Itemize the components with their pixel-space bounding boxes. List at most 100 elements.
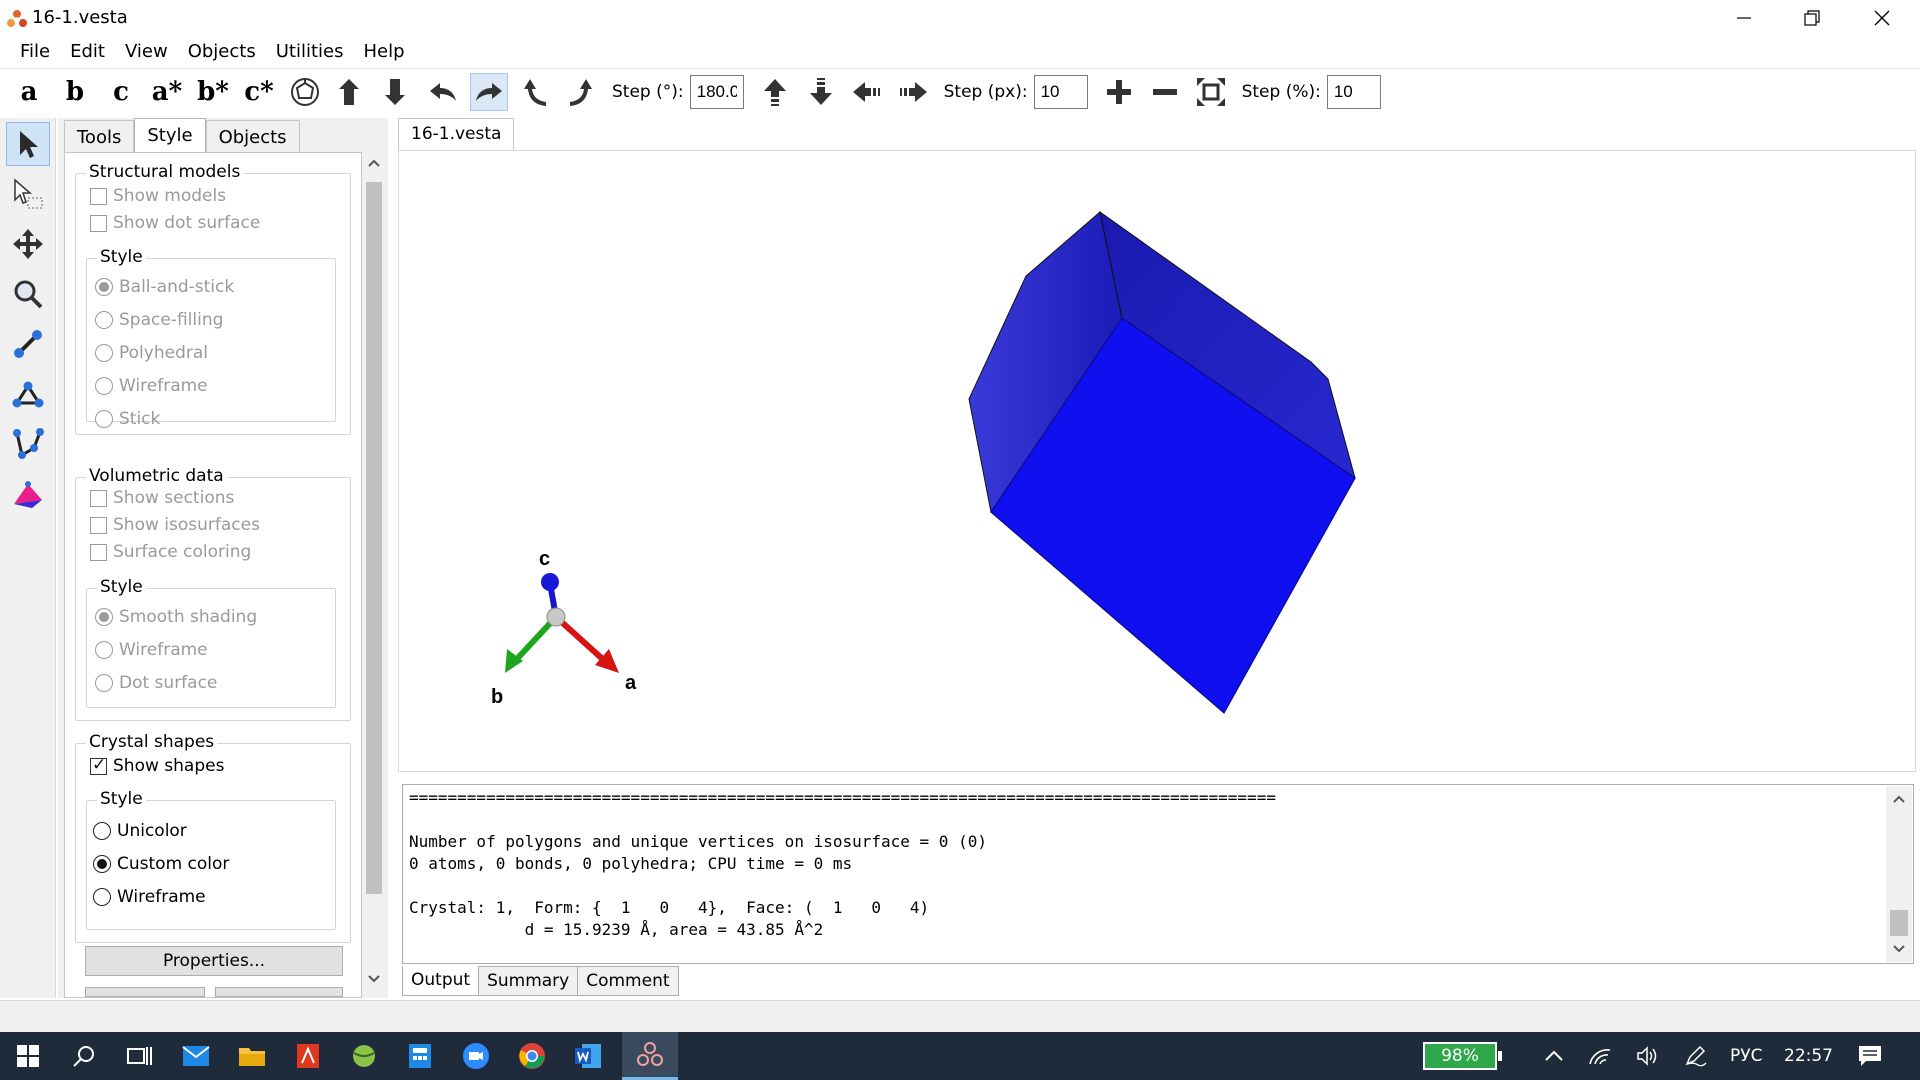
view-along-b-star-button[interactable]: b*	[194, 73, 232, 111]
angle-tool-button[interactable]	[6, 372, 50, 416]
taskbar-app-ball[interactable]	[336, 1032, 392, 1080]
clock[interactable]: 22:57	[1784, 1032, 1833, 1080]
view-along-a-button[interactable]: a	[10, 73, 48, 111]
task-view-button[interactable]	[112, 1032, 168, 1080]
view-along-a-star-button[interactable]: a*	[148, 73, 186, 111]
crystal-wireframe-radio[interactable]: Wireframe	[93, 887, 206, 907]
restore-button[interactable]	[1778, 0, 1846, 36]
tab-comment[interactable]: Comment	[577, 966, 679, 996]
panel-button-partial-1[interactable]	[85, 987, 205, 997]
stick-radio[interactable]: Stick	[95, 409, 160, 429]
unicolor-radio[interactable]: Unicolor	[93, 821, 187, 841]
tab-output[interactable]: Output	[402, 966, 480, 996]
menu-utilities[interactable]: Utilities	[266, 41, 354, 62]
radio-circle	[95, 311, 113, 329]
rotate-left-button[interactable]	[424, 73, 462, 111]
step-percent-input[interactable]	[1326, 74, 1381, 109]
scroll-thumb[interactable]	[366, 182, 382, 894]
volume-button[interactable]	[1636, 1032, 1660, 1080]
show-models-checkbox[interactable]: Show models	[90, 186, 226, 206]
zoom-in-button[interactable]	[1100, 73, 1138, 111]
tab-style[interactable]: Style	[134, 118, 206, 154]
taskbar-acrobat[interactable]	[280, 1032, 336, 1080]
show-dot-surface-checkbox[interactable]: Show dot surface	[90, 213, 260, 233]
magnify-tool-button[interactable]	[6, 272, 50, 316]
rotate-cw-button[interactable]	[562, 73, 600, 111]
start-button[interactable]	[0, 1032, 56, 1080]
crystal-shape-canvas[interactable]: a b c	[399, 151, 1917, 773]
polyhedral-radio[interactable]: Polyhedral	[95, 343, 208, 363]
menu-edit[interactable]: Edit	[60, 41, 115, 62]
view-along-b-button[interactable]: b	[56, 73, 94, 111]
ball-and-stick-radio[interactable]: Ball-and-stick	[95, 277, 234, 297]
menu-view[interactable]: View	[115, 41, 178, 62]
view-along-c-star-button[interactable]: c*	[240, 73, 278, 111]
ball-and-stick-label: Ball-and-stick	[119, 277, 235, 297]
step-px-input[interactable]	[1033, 74, 1088, 109]
minimize-button[interactable]	[1710, 0, 1778, 36]
rotate-down-button[interactable]	[378, 73, 416, 111]
distance-tool-button[interactable]	[6, 322, 50, 366]
standard-orientation-button[interactable]	[286, 73, 324, 111]
rotate-up-button[interactable]	[332, 73, 370, 111]
dihedral-tool-button[interactable]	[6, 422, 50, 466]
structural-wireframe-radio[interactable]: Wireframe	[95, 376, 208, 396]
space-filling-radio[interactable]: Space-filling	[95, 310, 223, 330]
output-text-area[interactable]: ========================================…	[402, 784, 1914, 964]
viewer-tab[interactable]: 16-1.vesta	[398, 118, 515, 150]
taskbar-zoom[interactable]	[448, 1032, 504, 1080]
rotate-right-button[interactable]	[470, 72, 508, 111]
translate-down-button[interactable]	[802, 73, 840, 111]
show-hidden-icons-button[interactable]	[1544, 1032, 1564, 1080]
side-panel-scrollbar[interactable]	[362, 152, 386, 998]
taskbar-calculator-app[interactable]	[392, 1032, 448, 1080]
crystal-style-group: Style Unicolor Custom color Wireframe	[86, 789, 336, 930]
volumetric-wireframe-radio[interactable]: Wireframe	[95, 640, 208, 660]
output-line: 0 atoms, 0 bonds, 0 polyhedra; CPU time …	[409, 854, 853, 873]
close-button[interactable]	[1848, 0, 1916, 36]
rotate-ccw-button[interactable]	[516, 73, 554, 111]
panel-button-partial-2[interactable]	[215, 987, 343, 997]
menu-help[interactable]: Help	[353, 41, 414, 62]
rubber-band-select-button[interactable]	[6, 172, 50, 216]
dot-surface-radio[interactable]: Dot surface	[95, 673, 217, 693]
translate-up-button[interactable]	[756, 73, 794, 111]
zoom-out-button[interactable]	[1146, 73, 1184, 111]
lattice-plane-tool-button[interactable]	[6, 472, 50, 516]
taskbar-file-explorer[interactable]	[224, 1032, 280, 1080]
3d-viewer[interactable]: a b c	[398, 150, 1916, 772]
show-isosurfaces-checkbox[interactable]: Show isosurfaces	[90, 515, 260, 535]
show-shapes-checkbox[interactable]: Show shapes	[90, 755, 224, 776]
smooth-shading-radio[interactable]: Smooth shading	[95, 607, 257, 627]
view-along-c-button[interactable]: c	[102, 73, 140, 111]
taskbar-chrome[interactable]	[504, 1032, 560, 1080]
menu-objects[interactable]: Objects	[178, 41, 266, 62]
output-scroll-thumb[interactable]	[1890, 910, 1908, 936]
translate-right-button[interactable]	[894, 73, 932, 111]
pen-button[interactable]	[1684, 1032, 1708, 1080]
notifications-button[interactable]	[1858, 1032, 1882, 1080]
language-indicator[interactable]: РУС	[1730, 1032, 1762, 1080]
network-button[interactable]	[1588, 1032, 1612, 1080]
taskbar-vesta[interactable]	[622, 1032, 678, 1080]
tab-objects[interactable]: Objects	[205, 120, 300, 152]
surface-coloring-checkbox[interactable]: Surface coloring	[90, 542, 251, 562]
search-button[interactable]	[56, 1032, 112, 1080]
output-scrollbar[interactable]	[1886, 786, 1912, 962]
select-tool-button[interactable]	[6, 122, 50, 166]
taskbar-word[interactable]	[560, 1032, 616, 1080]
battery-indicator[interactable]: 98%	[1423, 1032, 1502, 1080]
taskbar-mail[interactable]	[168, 1032, 224, 1080]
custom-color-radio[interactable]: Custom color	[93, 854, 229, 874]
menu-file[interactable]: File	[10, 41, 60, 62]
step-degree-input[interactable]	[689, 74, 744, 109]
fit-to-screen-button[interactable]	[1192, 73, 1230, 111]
vesta-app-icon	[7, 10, 27, 27]
tab-tools[interactable]: Tools	[64, 120, 135, 152]
properties-button[interactable]: Properties...	[85, 946, 343, 976]
show-sections-checkbox[interactable]: Show sections	[90, 488, 234, 508]
tab-summary[interactable]: Summary	[478, 966, 579, 996]
translate-tool-button[interactable]	[6, 222, 50, 266]
minimize-icon	[1737, 17, 1751, 19]
translate-left-button[interactable]	[848, 73, 886, 111]
